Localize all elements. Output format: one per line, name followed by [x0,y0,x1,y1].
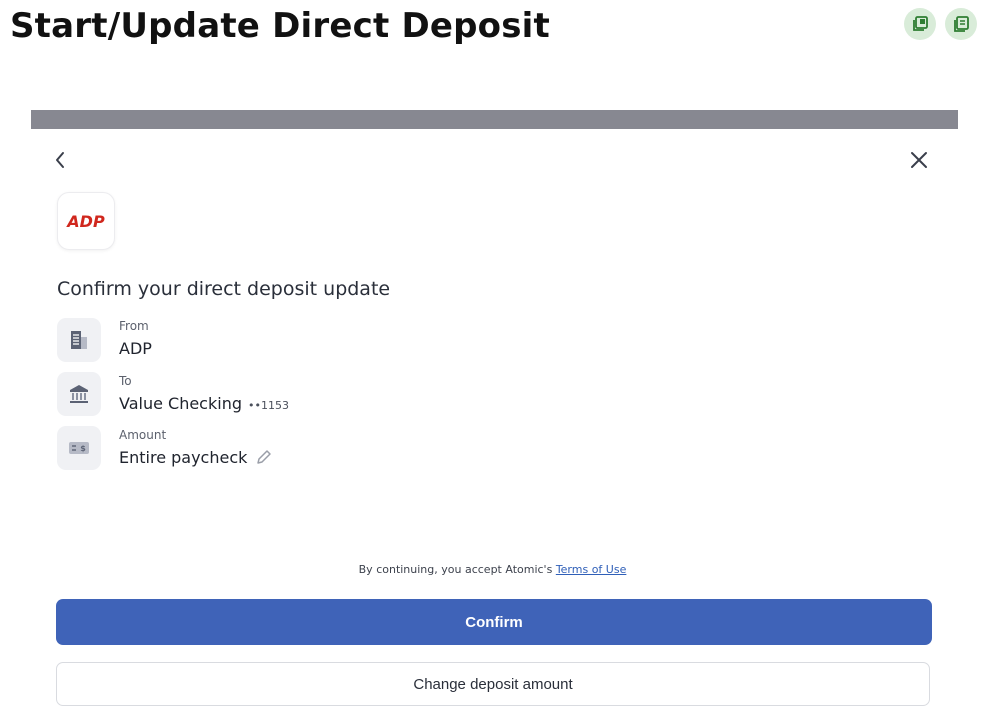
edit-amount-button[interactable] [255,448,273,466]
from-label: From [119,319,149,333]
bank-icon [70,385,88,403]
back-button[interactable] [52,150,70,170]
notes-icon [954,16,969,32]
account-mask: ••1153 [247,399,289,412]
close-icon [911,152,927,168]
chevron-left-icon [56,152,64,168]
terms-of-use-link[interactable]: Terms of Use [556,563,627,576]
amount-value: Entire paycheck [119,448,248,467]
confirm-heading: Confirm your direct deposit update [57,278,391,300]
terms-prefix: By continuing, you accept Atomic's [358,563,553,576]
notes-button[interactable] [945,8,977,40]
adp-logo: ADP [66,212,105,231]
money-icon: $ [69,442,89,454]
pencil-icon [257,450,272,464]
change-deposit-amount-button[interactable]: Change deposit amount [56,662,930,706]
to-row-icon [57,372,101,416]
terms-text: By continuing, you accept Atomic's Terms… [0,563,985,576]
amount-label: Amount [119,428,167,442]
from-row-icon [57,318,101,362]
to-value: Value Checking [119,394,242,413]
page-title: Start/Update Direct Deposit [10,6,550,46]
amount-row-icon: $ [57,426,101,470]
amount-value-line: Entire paycheck [119,448,273,467]
adp-logo-card: ADP [57,192,115,250]
adp-logo-text: ADP [66,212,105,231]
progress-bar [31,110,958,129]
copy-button[interactable] [904,8,936,40]
building-icon [71,331,87,349]
to-label: To [119,374,132,388]
copy-icon [913,16,928,31]
confirm-button[interactable]: Confirm [56,599,932,645]
to-value-line: Value Checking ••1153 [119,394,289,413]
svg-text:$: $ [80,444,86,453]
from-value: ADP [119,339,152,358]
close-button[interactable] [910,151,928,169]
